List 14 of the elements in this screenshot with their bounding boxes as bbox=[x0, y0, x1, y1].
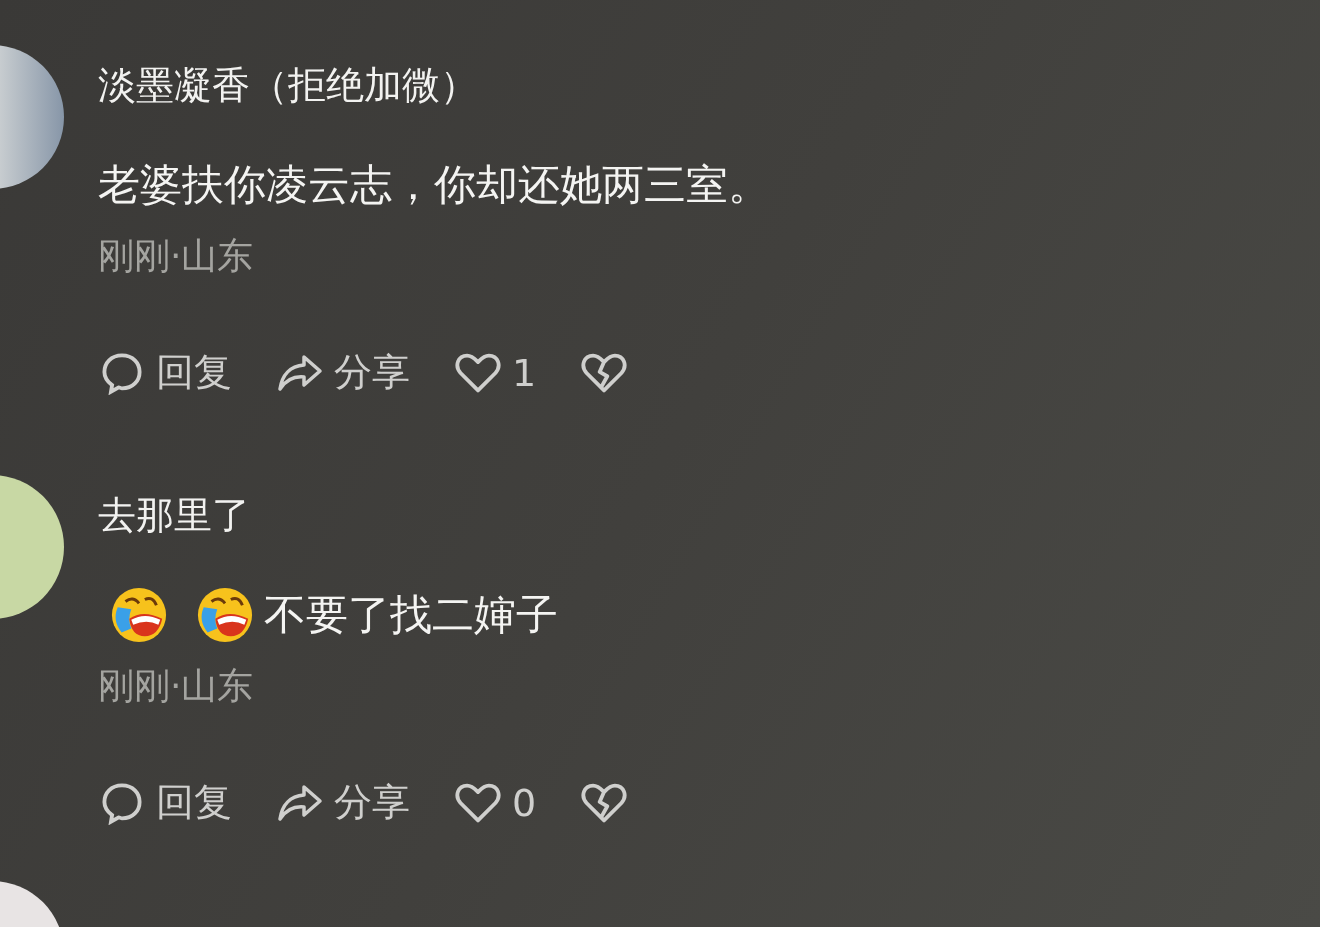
comment-text: 不要了找二婶子 bbox=[264, 589, 558, 641]
time-location: 刚刚·山东 bbox=[98, 235, 255, 277]
time-location: 刚刚·山东 bbox=[98, 665, 255, 707]
username[interactable]: 去那里了 bbox=[98, 493, 629, 537]
reply-button[interactable]: 回复 bbox=[156, 777, 232, 828]
reply-button[interactable]: 回复 bbox=[156, 347, 232, 398]
like-count: 0 bbox=[512, 780, 537, 825]
laughing-crying-emoji-icon bbox=[110, 586, 168, 644]
share-button[interactable]: 分享 bbox=[334, 347, 410, 398]
comment-text: 老婆扶你凌云志，你却还她两三室。 bbox=[98, 159, 770, 211]
share-button[interactable]: 分享 bbox=[334, 777, 410, 828]
username[interactable]: 淡墨凝香（拒绝加微） bbox=[98, 63, 770, 107]
laughing-crying-emoji-icon bbox=[196, 586, 254, 644]
like-count: 1 bbox=[512, 350, 537, 395]
